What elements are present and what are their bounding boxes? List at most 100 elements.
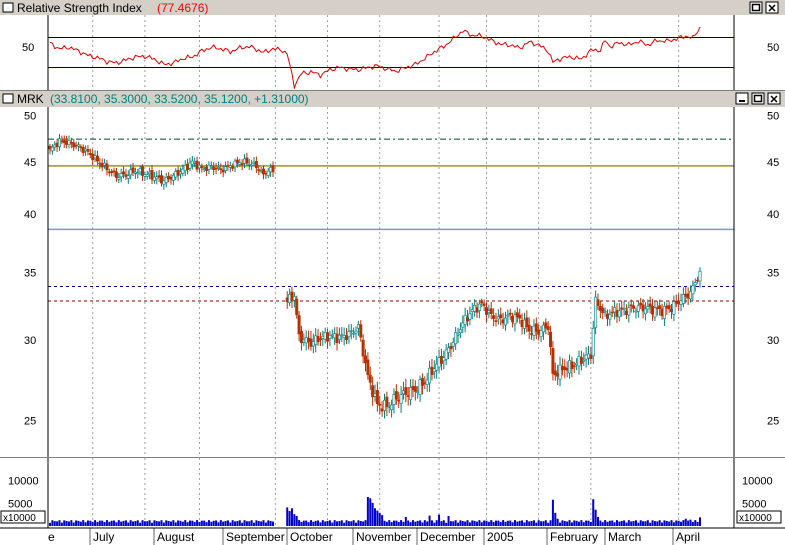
volume-bar bbox=[345, 520, 348, 526]
price-candle-body bbox=[354, 330, 358, 334]
volume-bar bbox=[317, 520, 320, 526]
price-candle-body bbox=[333, 333, 337, 339]
price-candle-body bbox=[292, 296, 296, 301]
volume-bar bbox=[51, 520, 54, 526]
volume-bar bbox=[146, 521, 149, 526]
rsi-maximize-button[interactable] bbox=[749, 1, 763, 14]
volume-bar bbox=[582, 522, 585, 526]
volume-left-tick-label: 5000 bbox=[8, 498, 32, 510]
price-candle-body bbox=[330, 334, 334, 337]
volume-bar bbox=[110, 520, 113, 526]
volume-bar bbox=[200, 520, 203, 526]
price-candle-body bbox=[212, 166, 216, 171]
volume-bar bbox=[234, 521, 237, 526]
volume-bar bbox=[438, 514, 441, 526]
price-close-button[interactable] bbox=[767, 92, 781, 105]
volume-bar bbox=[585, 520, 588, 526]
volume-bar bbox=[506, 520, 509, 526]
price-candle-body bbox=[307, 337, 311, 343]
volume-bar bbox=[468, 522, 471, 526]
price-candle-body bbox=[197, 164, 201, 169]
price-candle-body bbox=[390, 404, 394, 410]
volume-bar bbox=[578, 521, 581, 526]
price-candle-body bbox=[245, 157, 249, 164]
price-candle-body bbox=[565, 368, 569, 371]
price-minimize-button[interactable] bbox=[735, 92, 749, 105]
price-candle-body bbox=[126, 175, 130, 179]
volume-bar bbox=[478, 520, 481, 526]
volume-bar bbox=[84, 522, 87, 526]
volume-bar bbox=[75, 520, 78, 526]
volume-bar bbox=[395, 520, 398, 526]
volume-bar bbox=[82, 520, 85, 526]
price-candle-body bbox=[515, 312, 519, 318]
volume-bar bbox=[340, 520, 343, 526]
volume-bar bbox=[385, 521, 388, 526]
volume-bar bbox=[255, 520, 258, 526]
volume-bar bbox=[530, 521, 533, 526]
price-right-tick-label: 40 bbox=[767, 209, 779, 221]
volume-bar bbox=[215, 520, 218, 526]
price-candle-body bbox=[624, 310, 628, 315]
volume-bar bbox=[608, 520, 611, 526]
price-candle-body bbox=[470, 309, 474, 312]
volume-bar bbox=[426, 521, 429, 526]
month-label: March bbox=[608, 530, 641, 544]
price-maximize-button[interactable] bbox=[751, 92, 765, 105]
volume-bar bbox=[369, 498, 372, 526]
price-candle-body bbox=[541, 324, 545, 333]
volume-bar bbox=[309, 520, 312, 526]
price-candle-body bbox=[81, 147, 85, 153]
volume-bar bbox=[314, 520, 317, 526]
volume-bar bbox=[229, 522, 232, 526]
price-candle-body bbox=[269, 167, 273, 173]
price-candle-body bbox=[262, 168, 266, 175]
price-candle-body bbox=[413, 386, 417, 392]
price-candle-body bbox=[662, 305, 666, 319]
volume-bar bbox=[203, 520, 206, 526]
volume-bar bbox=[153, 520, 156, 526]
price-candle-body bbox=[601, 307, 605, 314]
price-candle-body bbox=[50, 146, 54, 152]
volume-bar bbox=[461, 521, 464, 526]
volume-bar bbox=[177, 520, 180, 526]
price-candle-body bbox=[221, 169, 225, 173]
volume-bar bbox=[589, 521, 592, 526]
price-candle-body bbox=[451, 341, 455, 347]
price-candle-body bbox=[496, 316, 500, 320]
price-candle-body bbox=[634, 310, 638, 313]
month-label: November bbox=[356, 530, 411, 544]
price-candle-body bbox=[423, 382, 427, 384]
volume-bar bbox=[117, 520, 120, 526]
price-candle-body bbox=[254, 161, 258, 169]
month-label: July bbox=[93, 530, 114, 544]
price-candle-body bbox=[174, 171, 178, 178]
volume-bar bbox=[231, 520, 234, 526]
volume-bar bbox=[430, 520, 433, 526]
volume-bar bbox=[663, 520, 666, 526]
price-candle-body bbox=[224, 166, 228, 171]
volume-bar bbox=[98, 520, 101, 526]
rsi-panel: Relative Strength Index (77.4676) 50 50 bbox=[0, 0, 785, 90]
volume-bar bbox=[566, 521, 569, 526]
rsi-close-button[interactable] bbox=[765, 1, 779, 14]
volume-bar bbox=[637, 522, 640, 526]
volume-bar bbox=[378, 512, 381, 526]
price-candle-body bbox=[461, 322, 465, 328]
volume-bar bbox=[689, 519, 692, 526]
price-right-tick-label: 50 bbox=[767, 111, 779, 123]
price-candle-body bbox=[672, 301, 676, 315]
price-candle-body bbox=[681, 294, 685, 304]
stock-chart-window: Relative Strength Index (77.4676) 50 50 … bbox=[0, 0, 785, 545]
volume-bar bbox=[428, 515, 431, 526]
price-candle-body bbox=[155, 176, 159, 180]
volume-bar bbox=[376, 510, 379, 526]
price-candle-body bbox=[86, 149, 90, 152]
volume-bar bbox=[423, 520, 426, 526]
volume-bar bbox=[677, 520, 680, 526]
price-candle-body bbox=[674, 300, 678, 304]
price-candle-body bbox=[397, 399, 401, 402]
volume-bar bbox=[594, 509, 597, 526]
volume-bar bbox=[58, 520, 61, 526]
volume-bar bbox=[696, 521, 699, 526]
